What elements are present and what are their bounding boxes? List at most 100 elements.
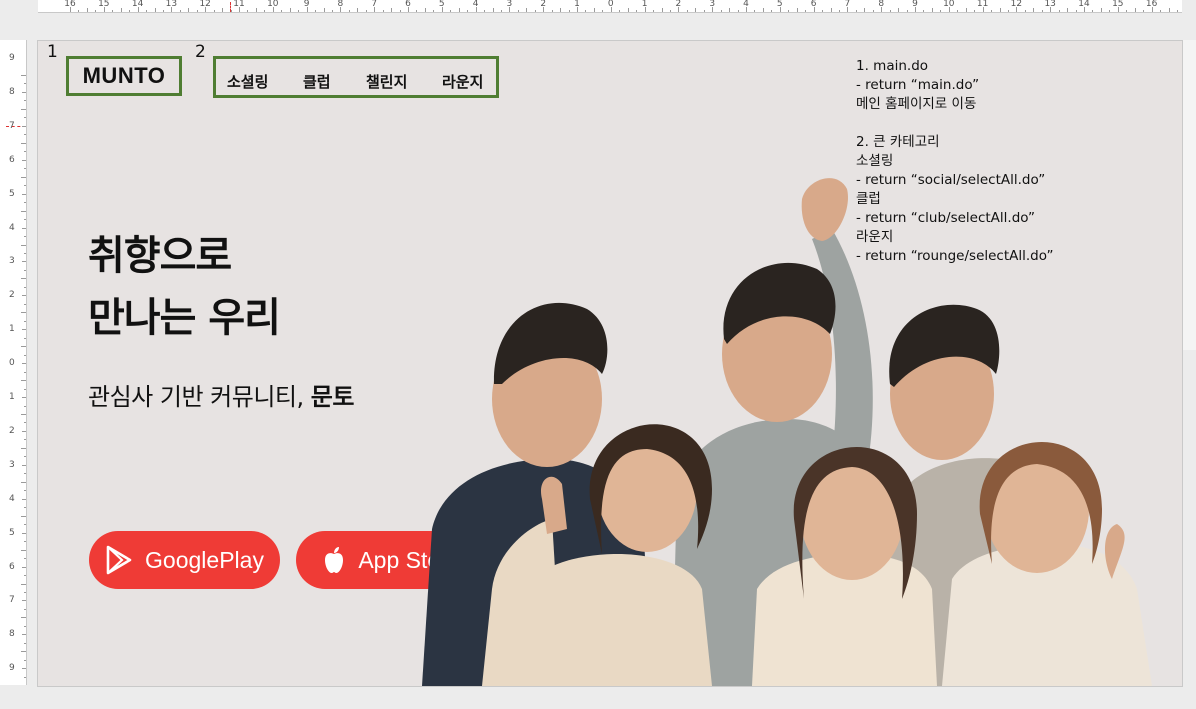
ruler-tick: [154, 8, 156, 12]
ruler-tick: [619, 10, 621, 12]
ruler-tick: [872, 10, 874, 12]
spec-note-line: 2. 큰 카테고리: [856, 134, 940, 150]
ruler-label: 6: [9, 561, 15, 572]
hero-subline-text: 관심사 기반 커뮤니티,: [88, 383, 311, 411]
ruler-tick: [999, 8, 1001, 12]
spec-note-line: 메인 홈페이지로 이동: [856, 96, 977, 112]
ruler-tick: [22, 125, 26, 127]
ruler-tick: [171, 7, 173, 12]
ruler-tick: [424, 8, 426, 12]
ruler-tick: [467, 10, 469, 12]
ruler-tick: [762, 8, 764, 12]
ruler-tick: [22, 498, 26, 500]
ruler-tick: [205, 7, 207, 12]
ruler-tick: [382, 10, 384, 12]
ruler-tick: [509, 7, 511, 12]
ruler-label: 0: [9, 358, 15, 369]
google-play-button[interactable]: GooglePlay: [89, 531, 280, 589]
ruler-tick: [906, 10, 908, 12]
ruler-tick: [1143, 10, 1145, 12]
apple-logo-icon: [322, 545, 346, 575]
ruler-tick: [712, 7, 714, 12]
ruler-tick: [196, 10, 198, 12]
hero-subline-brand: 문토: [310, 383, 355, 411]
ruler-tick: [264, 10, 266, 12]
ruler-tick: [24, 354, 26, 356]
ruler-tick: [137, 7, 139, 12]
nav-item-socialing[interactable]: 소셜링: [227, 71, 268, 92]
ruler-label: 9: [9, 663, 15, 674]
ruler-tick: [22, 532, 26, 534]
ruler-tick: [399, 10, 401, 12]
ruler-tick: [24, 591, 26, 593]
ruler-tick: [822, 10, 824, 12]
ruler-tick: [21, 481, 26, 483]
ruler-tick: [1168, 8, 1170, 12]
ruler-tick: [1041, 10, 1043, 12]
ruler-label: 6: [9, 154, 15, 165]
hero-headline: 취향으로 만나는 우리: [88, 225, 281, 349]
ruler-tick: [1033, 8, 1035, 12]
ruler-tick: [1109, 10, 1111, 12]
ruler-tick: [1007, 10, 1009, 12]
ruler-tick: [24, 286, 26, 288]
ruler-tick: [1160, 10, 1162, 12]
ruler-tick: [940, 10, 942, 12]
ruler-tick: [21, 312, 26, 314]
ruler-tick: [21, 549, 26, 551]
ruler-tick: [974, 10, 976, 12]
slide-canvas[interactable]: 1 MUNTO 2 소셜링 클럽 챌린지 라운지 취향으로 만나는 우리 관심사…: [37, 40, 1183, 687]
ruler-tick: [931, 8, 933, 12]
ruler-tick: [500, 10, 502, 12]
ruler-tick: [323, 8, 325, 12]
ruler-tick: [805, 10, 807, 12]
ruler-tick: [22, 397, 26, 399]
ruler-tick: [70, 7, 71, 12]
ruler-tick: [24, 117, 26, 119]
ruler-tick: [222, 8, 224, 12]
ruler-tick: [1016, 7, 1018, 12]
ruler-tick: [458, 8, 460, 12]
ruler-tick: [24, 252, 26, 254]
logo-annotation-box[interactable]: MUNTO: [66, 56, 182, 96]
ruler-tick: [771, 10, 773, 12]
nav-item-lounge[interactable]: 라운지: [442, 71, 483, 92]
ruler-tick: [24, 625, 26, 627]
ruler-tick: [1176, 10, 1178, 12]
ruler-tick: [21, 278, 26, 280]
ruler-label: 3: [9, 256, 15, 267]
ruler-tick: [348, 10, 350, 12]
ruler-tick: [1134, 8, 1136, 12]
ruler-tick: [1084, 7, 1085, 12]
ruler-tick: [22, 295, 26, 297]
ruler-tick: [433, 10, 435, 12]
ruler-tick: [560, 8, 562, 12]
ruler-tick: [602, 10, 604, 12]
ruler-tick: [21, 176, 26, 178]
ruler-tick: [21, 414, 26, 415]
ruler-tick: [22, 363, 26, 365]
ruler-tick: [1126, 10, 1128, 12]
ruler-tick: [22, 227, 26, 229]
ruler-tick: [593, 8, 595, 12]
nav-item-challenge[interactable]: 챌린지: [366, 71, 407, 92]
ruler-tick: [21, 583, 26, 585]
ruler-tick: [636, 10, 638, 12]
ruler-label: 8: [9, 86, 15, 97]
google-play-label: GooglePlay: [145, 546, 264, 573]
nav-item-club[interactable]: 클럽: [303, 71, 331, 92]
ruler-tick: [21, 447, 26, 449]
ruler-label: 1: [9, 324, 15, 335]
ruler-tick: [24, 456, 26, 458]
ruler-tick: [24, 473, 26, 475]
ruler-tick: [720, 10, 722, 12]
ruler-tick: [788, 10, 790, 12]
ruler-tick: [21, 244, 26, 246]
ruler-tick: [357, 8, 359, 12]
category-nav-annotation-box[interactable]: 소셜링 클럽 챌린지 라운지: [213, 56, 499, 98]
ruler-tick: [746, 7, 747, 12]
ruler-tick: [24, 524, 26, 526]
vertical-scrollbar[interactable]: [1181, 40, 1196, 350]
ruler-label: 5: [9, 527, 15, 538]
ruler-tick: [24, 642, 26, 644]
